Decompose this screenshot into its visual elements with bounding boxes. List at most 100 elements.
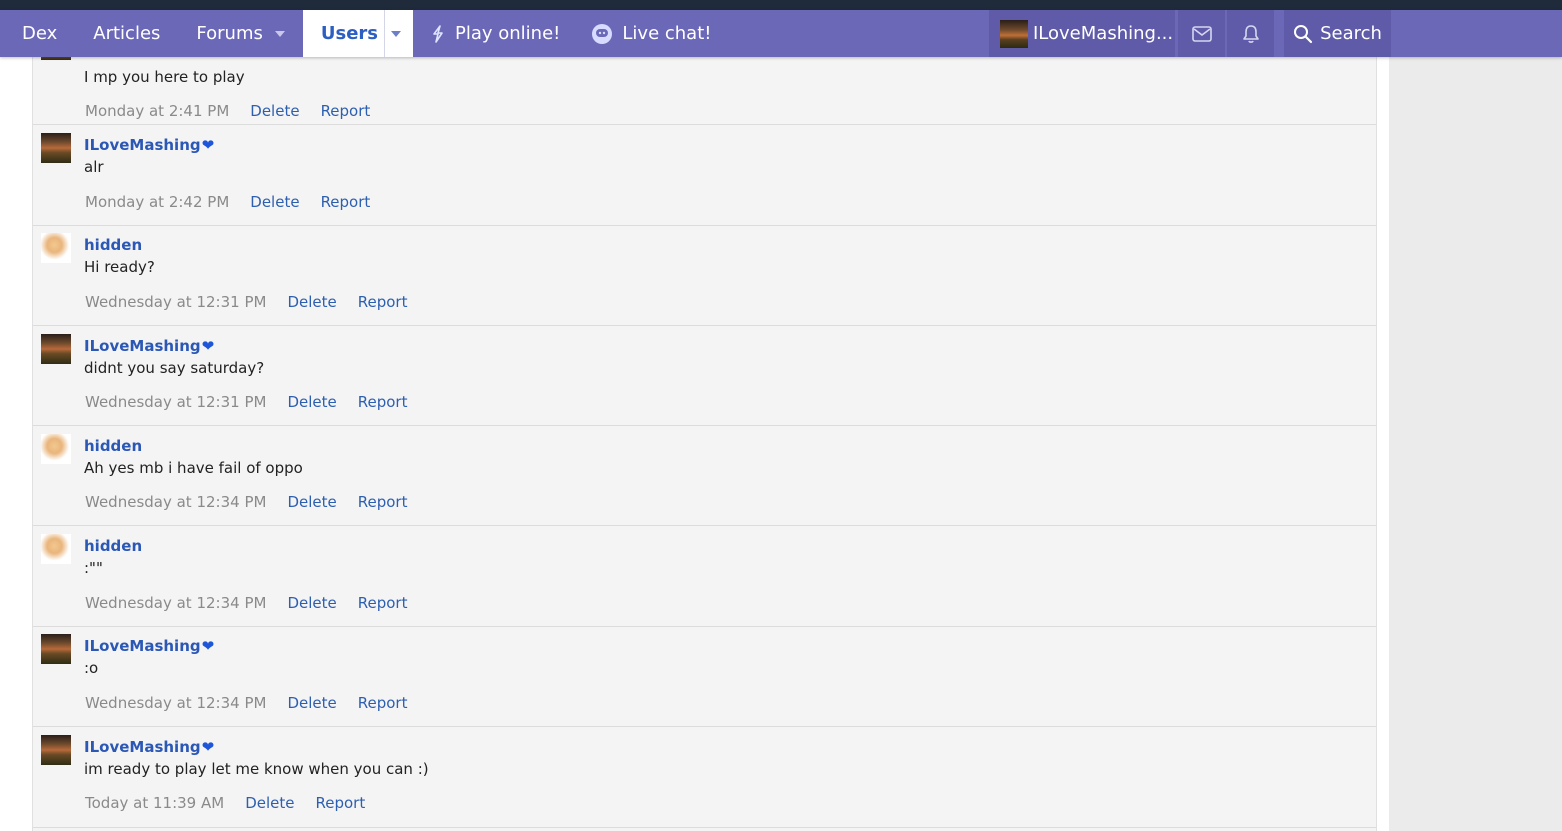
envelope-icon <box>1191 25 1212 42</box>
message-avatar[interactable] <box>41 334 71 364</box>
message-meta: Wednesday at 12:31 PM Delete Report <box>85 293 428 311</box>
users-dropdown-toggle[interactable] <box>384 10 407 57</box>
nav-item-dex[interactable]: Dex <box>0 10 75 57</box>
message-time[interactable]: Wednesday at 12:31 PM <box>85 393 266 411</box>
delete-link[interactable]: Delete <box>287 694 336 712</box>
report-link[interactable]: Report <box>358 594 408 612</box>
bell-icon <box>1242 24 1259 43</box>
delete-link[interactable]: Delete <box>287 493 336 511</box>
message-author[interactable]: ILoveMashing❤ <box>84 136 214 154</box>
report-link[interactable]: Report <box>358 493 408 511</box>
message-time[interactable]: Monday at 2:41 PM <box>85 102 229 120</box>
left-gutter <box>0 57 20 831</box>
nav-item-users[interactable]: Users <box>302 10 413 57</box>
message-time[interactable]: Wednesday at 12:31 PM <box>85 293 266 311</box>
message-time[interactable]: Monday at 2:42 PM <box>85 193 229 211</box>
message-meta: Monday at 2:41 PM Delete Report <box>85 102 391 120</box>
report-link[interactable]: Report <box>358 694 408 712</box>
message-author[interactable]: hidden <box>84 537 142 555</box>
blue-heart-icon: ❤ <box>201 337 215 355</box>
content-area: I mp you here to play Monday at 2:41 PM … <box>0 50 1562 831</box>
search-label: Search <box>1320 23 1382 44</box>
report-link[interactable]: Report <box>316 794 366 812</box>
account-name: ILoveMashing... <box>1033 23 1174 44</box>
message-meta: Today at 11:39 AM Delete Report <box>85 794 386 812</box>
author-name: ILoveMashing <box>84 637 201 655</box>
message-avatar[interactable] <box>41 233 71 263</box>
message-text: Hi ready? <box>84 258 155 276</box>
message-author[interactable]: hidden <box>84 236 142 254</box>
delete-link[interactable]: Delete <box>287 293 336 311</box>
messages-list: I mp you here to play Monday at 2:41 PM … <box>32 50 1377 831</box>
message-meta: Wednesday at 12:34 PM Delete Report <box>85 594 428 612</box>
profile-post-feed: I mp you here to play Monday at 2:41 PM … <box>20 50 1377 831</box>
nav-item-play-online[interactable]: Play online! <box>413 10 578 57</box>
message-item: hidden Ah yes mb i have fail of oppo Wed… <box>33 426 1376 526</box>
message-meta: Wednesday at 12:34 PM Delete Report <box>85 694 428 712</box>
users-dropdown-caret-icon <box>391 30 401 37</box>
blue-heart-icon: ❤ <box>201 738 215 756</box>
feed-right-edge <box>1377 57 1389 831</box>
message-meta: Wednesday at 12:31 PM Delete Report <box>85 393 428 411</box>
inbox-button[interactable] <box>1178 10 1225 57</box>
message-time[interactable]: Wednesday at 12:34 PM <box>85 694 266 712</box>
nav-label-articles: Articles <box>93 23 161 44</box>
message-text: alr <box>84 158 104 176</box>
account-avatar <box>1000 19 1028 48</box>
message-author[interactable]: ILoveMashing❤ <box>84 337 214 355</box>
message-meta: Wednesday at 12:34 PM Delete Report <box>85 493 428 511</box>
report-link[interactable]: Report <box>321 193 371 211</box>
author-name: ILoveMashing <box>84 337 201 355</box>
delete-link[interactable]: Delete <box>250 193 299 211</box>
message-time[interactable]: Wednesday at 12:34 PM <box>85 594 266 612</box>
nav-label-dex: Dex <box>22 23 58 44</box>
nav-item-articles[interactable]: Articles <box>75 10 178 57</box>
blue-heart-icon: ❤ <box>201 637 215 655</box>
report-link[interactable]: Report <box>358 393 408 411</box>
message-text: I mp you here to play <box>84 68 245 86</box>
nav-item-forums[interactable]: Forums <box>178 10 302 57</box>
nav-item-live-chat[interactable]: Live chat! <box>578 10 729 57</box>
discord-icon <box>592 23 613 44</box>
message-author[interactable]: hidden <box>84 437 142 455</box>
nav-label-play-online: Play online! <box>455 23 561 44</box>
message-avatar[interactable] <box>41 634 71 664</box>
nav-primary: Dex Articles Forums Users Play online! L… <box>0 10 729 57</box>
message-text: :"" <box>84 559 103 577</box>
message-text: :o <box>84 659 99 677</box>
message-avatar[interactable] <box>41 534 71 564</box>
message-item: ILoveMashing❤ im ready to play let me kn… <box>33 727 1376 828</box>
sidebar-area <box>1389 57 1562 831</box>
message-avatar[interactable] <box>41 735 71 765</box>
delete-link[interactable]: Delete <box>250 102 299 120</box>
message-time[interactable]: Today at 11:39 AM <box>85 794 224 812</box>
message-item: hidden Hi ready? Wednesday at 12:31 PM D… <box>33 226 1376 326</box>
alerts-button[interactable] <box>1227 10 1274 57</box>
message-avatar[interactable] <box>41 133 71 163</box>
message-avatar[interactable] <box>41 434 71 464</box>
message-meta: Monday at 2:42 PM Delete Report <box>85 193 391 211</box>
delete-link[interactable]: Delete <box>287 594 336 612</box>
nav-label-live-chat: Live chat! <box>622 23 712 44</box>
author-name: ILoveMashing <box>84 136 201 154</box>
delete-link[interactable]: Delete <box>245 794 294 812</box>
delete-link[interactable]: Delete <box>287 393 336 411</box>
top-dark-strip <box>0 0 1562 10</box>
search-icon <box>1294 24 1313 43</box>
account-menu[interactable]: ILoveMashing... <box>989 10 1175 57</box>
message-author[interactable]: ILoveMashing❤ <box>84 637 214 655</box>
message-item: ILoveMashing❤ :o Wednesday at 12:34 PM D… <box>33 627 1376 727</box>
message-item: hidden :"" Wednesday at 12:34 PM Delete … <box>33 526 1376 627</box>
forums-dropdown-caret-icon[interactable] <box>274 30 285 37</box>
message-author[interactable]: ILoveMashing❤ <box>84 738 214 756</box>
message-time[interactable]: Wednesday at 12:34 PM <box>85 493 266 511</box>
author-name: ILoveMashing <box>84 738 201 756</box>
search-button[interactable]: Search <box>1284 10 1391 57</box>
message-item: ILoveMashing❤ alr Monday at 2:42 PM Dele… <box>33 125 1376 226</box>
report-link[interactable]: Report <box>358 293 408 311</box>
message-text: Ah yes mb i have fail of oppo <box>84 459 303 477</box>
nav-label-forums: Forums <box>196 23 263 44</box>
blue-heart-icon: ❤ <box>201 136 215 154</box>
message-text: didnt you say saturday? <box>84 359 265 377</box>
report-link[interactable]: Report <box>321 102 371 120</box>
